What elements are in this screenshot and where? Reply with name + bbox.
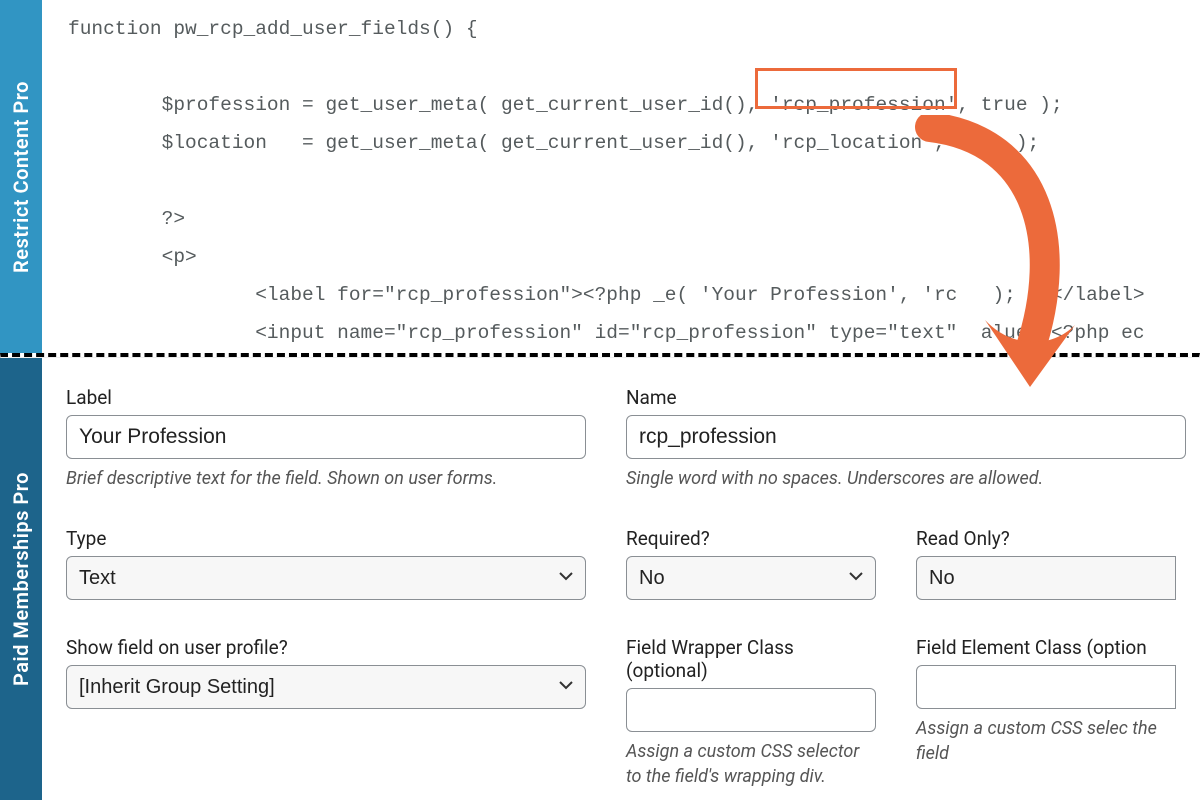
type-field-group: Type Text [66,527,586,600]
required-field-group: Required? No [626,527,876,600]
rcp-sidebar-label: Restrict Content Pro [9,81,33,273]
pmpro-sidebar: Paid Memberships Pro [0,358,42,800]
readonly-field-label: Read Only? [916,527,1176,550]
profile-field-label: Show field on user profile? [66,636,586,659]
element-class-label: Field Element Class (option [916,636,1176,659]
name-field-label: Name [626,386,1186,409]
readonly-field-group: Read Only? No [916,527,1176,600]
required-select[interactable]: No [626,556,876,600]
label-field-group: Label Brief descriptive text for the fie… [66,386,586,491]
bottom-panel: Paid Memberships Pro Label Brief descrip… [0,358,1200,800]
label-input[interactable] [66,415,586,459]
label-field-label: Label [66,386,586,409]
name-input[interactable] [626,415,1186,459]
element-class-group: Field Element Class (option Assign a cus… [916,636,1176,789]
root: Restrict Content Pro function pw_rcp_add… [0,0,1200,800]
name-field-group: Name Single word with no spaces. Undersc… [626,386,1186,491]
top-panel: Restrict Content Pro function pw_rcp_add… [0,0,1200,353]
label-helper: Brief descriptive text for the field. Sh… [66,467,586,491]
readonly-select[interactable]: No [916,556,1176,600]
element-class-helper: Assign a custom CSS selec the field [916,717,1176,766]
pmpro-form: Label Brief descriptive text for the fie… [42,358,1200,800]
form-row: Type Text Required? No [66,527,1200,600]
rcp-sidebar: Restrict Content Pro [0,0,42,353]
profile-field-group: Show field on user profile? [Inherit Gro… [66,636,586,789]
form-row: Show field on user profile? [Inherit Gro… [66,636,1200,789]
highlighted-meta-key: 'rcp_profession' [770,94,957,116]
profile-select[interactable]: [Inherit Group Setting] [66,665,586,709]
form-row: Label Brief descriptive text for the fie… [66,386,1200,491]
type-select[interactable]: Text [66,556,586,600]
type-field-label: Type [66,527,586,550]
code-block: function pw_rcp_add_user_fields() { $pro… [42,0,1200,353]
required-field-label: Required? [626,527,876,550]
pmpro-sidebar-label: Paid Memberships Pro [9,472,33,686]
name-helper: Single word with no spaces. Underscores … [626,467,1186,491]
wrapper-class-input[interactable] [626,688,876,732]
wrapper-class-group: Field Wrapper Class (optional) Assign a … [626,636,876,789]
element-class-input[interactable] [916,665,1176,709]
wrapper-class-helper: Assign a custom CSS selector to the fiel… [626,740,876,789]
wrapper-class-label: Field Wrapper Class (optional) [626,636,876,682]
